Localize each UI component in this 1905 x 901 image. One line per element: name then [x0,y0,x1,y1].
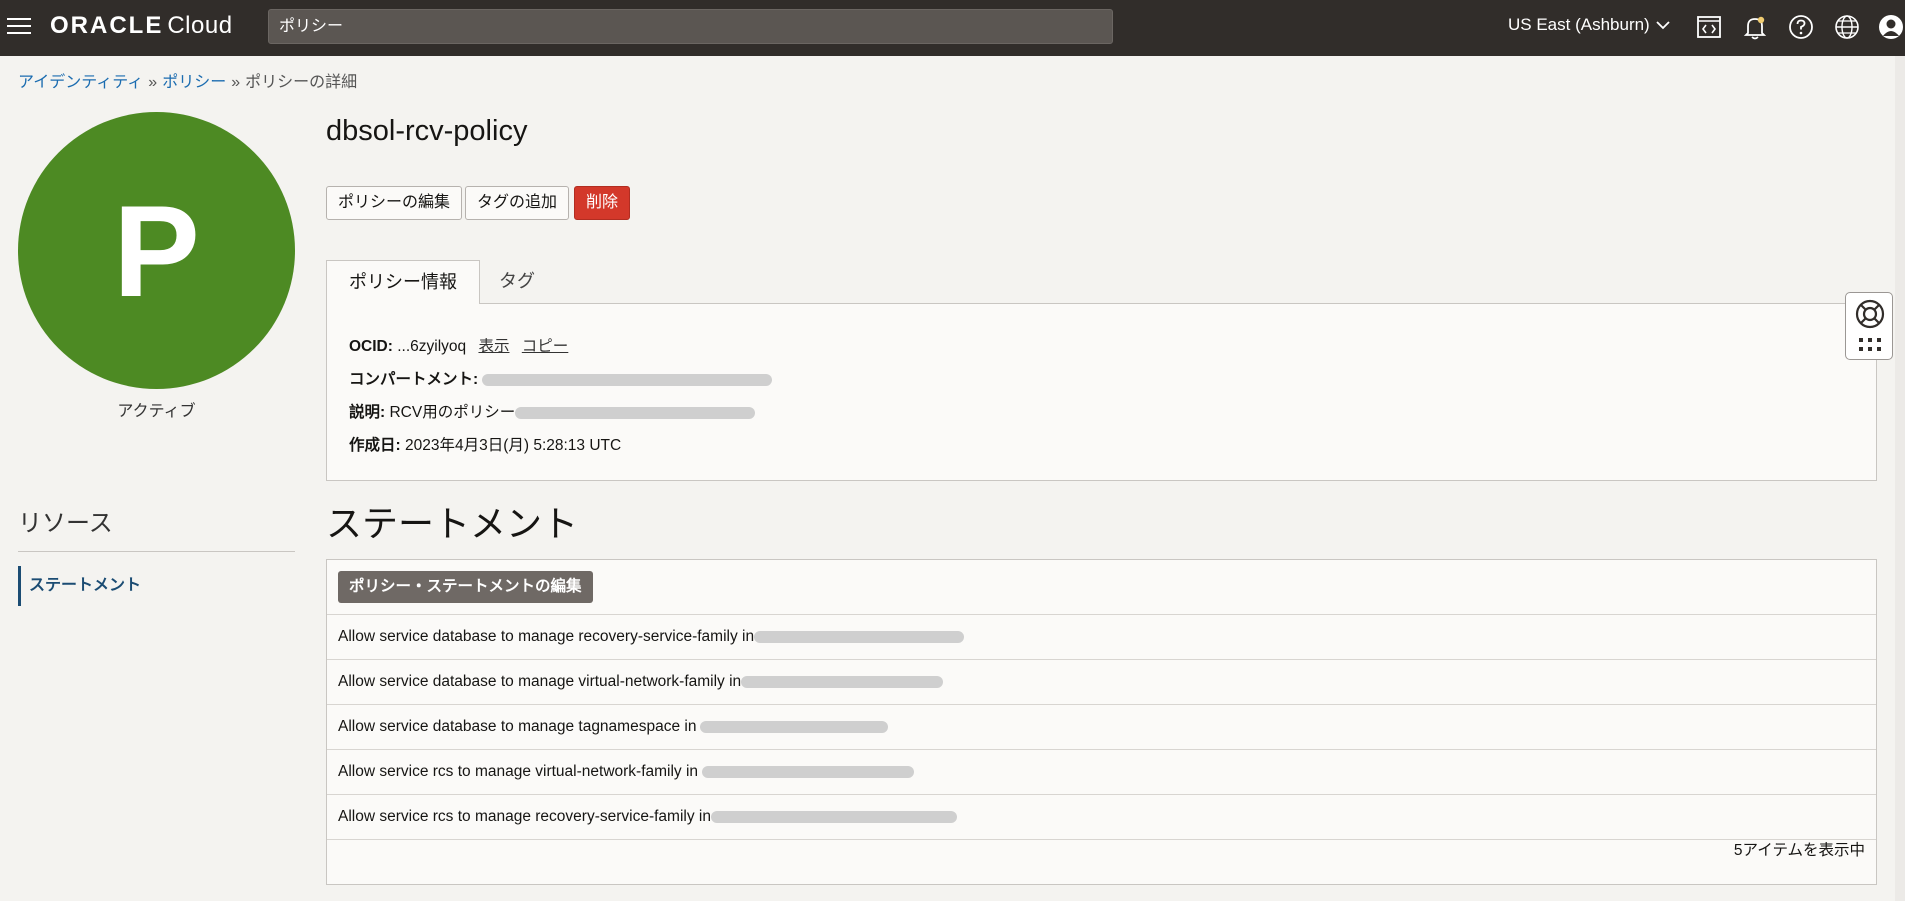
statement-text: Allow service database to manage tagname… [338,718,697,735]
ocid-copy-link[interactable]: コピー [522,338,569,355]
brand-name: ORACLE [50,12,164,39]
redacted-compartment [700,720,889,733]
edit-policy-button[interactable]: ポリシーの編集 [326,186,463,220]
lifebuoy-icon [1854,298,1886,335]
region-selector[interactable]: US East (Ashburn) [1508,15,1670,35]
statement-row: Allow service rcs to manage virtual-netw… [327,749,1876,794]
breadcrumb: アイデンティティ» ポリシー» ポリシーの詳細 [18,68,357,92]
redacted-description [515,406,756,419]
language-globe-icon[interactable] [1832,12,1862,42]
policy-avatar: P [18,112,295,389]
policy-info-panel: OCID: ...6zyilyoq 表示 コピー コンパートメント: 説明: R… [326,303,1877,481]
page-title: dbsol-rcv-policy [326,115,528,147]
tab-policy-info[interactable]: ポリシー情報 [326,260,480,304]
help-question-icon[interactable] [1786,12,1816,42]
redacted-compartment [702,765,915,778]
status-label: アクティブ [117,403,196,420]
tab-tags[interactable]: タグ [477,260,557,304]
statement-text: Allow service database to manage virtual… [338,673,742,690]
code-editor-icon[interactable] [1694,12,1724,42]
resources-heading: リソース [18,510,113,537]
redacted-compartment [710,810,957,823]
breadcrumb-link-policies[interactable]: ポリシー [162,74,226,91]
user-profile-icon[interactable] [1877,12,1905,42]
statement-row: Allow service rcs to manage recovery-ser… [327,794,1876,839]
edit-policy-statements-button[interactable]: ポリシー・ステートメントの編集 [338,571,593,603]
redacted-compartment [482,373,773,386]
statement-text: Allow service database to manage recover… [338,628,755,645]
search-input[interactable]: ポリシー [268,9,1113,44]
item-count-label: 5アイテムを表示中 [1733,842,1865,859]
breadcrumb-current: ポリシーの詳細 [245,74,358,91]
region-label: US East (Ashburn) [1508,15,1650,34]
notifications-bell-icon[interactable] [1740,12,1770,42]
add-tags-button[interactable]: タグの追加 [465,186,570,220]
description-label: 説明: [349,404,386,421]
oracle-cloud-logo[interactable]: ORACLE Cloud [50,12,233,40]
resource-item-statements[interactable]: ステートメント [18,566,295,606]
breadcrumb-separator: » [231,74,241,91]
ocid-label: OCID: [349,338,393,355]
compartment-label: コンパートメント: [349,371,479,388]
page-scrollbar[interactable] [1895,56,1905,901]
statement-row: Allow service database to manage virtual… [327,659,1876,704]
statement-row: Allow service database to manage tagname… [327,704,1876,749]
ocid-row: OCID: ...6zyilyoq 表示 コピー [349,334,568,356]
chevron-down-icon [1656,18,1670,33]
breadcrumb-separator: » [148,74,158,91]
breadcrumb-link-identity[interactable]: アイデンティティ [18,74,143,91]
delete-button[interactable]: 削除 [574,186,631,220]
redacted-compartment [754,630,965,643]
app-grid-icon [1858,337,1882,358]
hamburger-menu-icon[interactable] [7,15,33,37]
statements-footer-row: 5アイテムを表示中 [327,839,1876,885]
description-row: 説明: RCV用のポリシー [349,400,756,422]
statement-text: Allow service rcs to manage virtual-netw… [338,763,699,780]
help-lifebuoy-widget[interactable] [1845,292,1893,360]
product-name: Cloud [167,12,233,39]
created-value: 2023年4月3日(月) 5:28:13 UTC [404,437,622,454]
resources-divider [18,551,295,552]
compartment-row: コンパートメント: [349,367,773,389]
created-label: 作成日: [349,437,401,454]
ocid-value: ...6zyilyoq [397,338,467,355]
top-navigation-bar: ORACLE Cloud ポリシー US East (Ashburn) [0,0,1905,56]
created-row: 作成日: 2023年4月3日(月) 5:28:13 UTC [349,433,621,455]
description-value: RCV用のポリシー [389,404,516,421]
statements-table: ポリシー・ステートメントの編集 Allow service database t… [326,559,1877,885]
redacted-compartment [741,675,944,688]
statement-row: Allow service database to manage recover… [327,614,1876,659]
statement-text: Allow service rcs to manage recovery-ser… [338,808,711,825]
statements-heading: ステートメント [326,503,579,544]
ocid-show-link[interactable]: 表示 [478,338,509,355]
